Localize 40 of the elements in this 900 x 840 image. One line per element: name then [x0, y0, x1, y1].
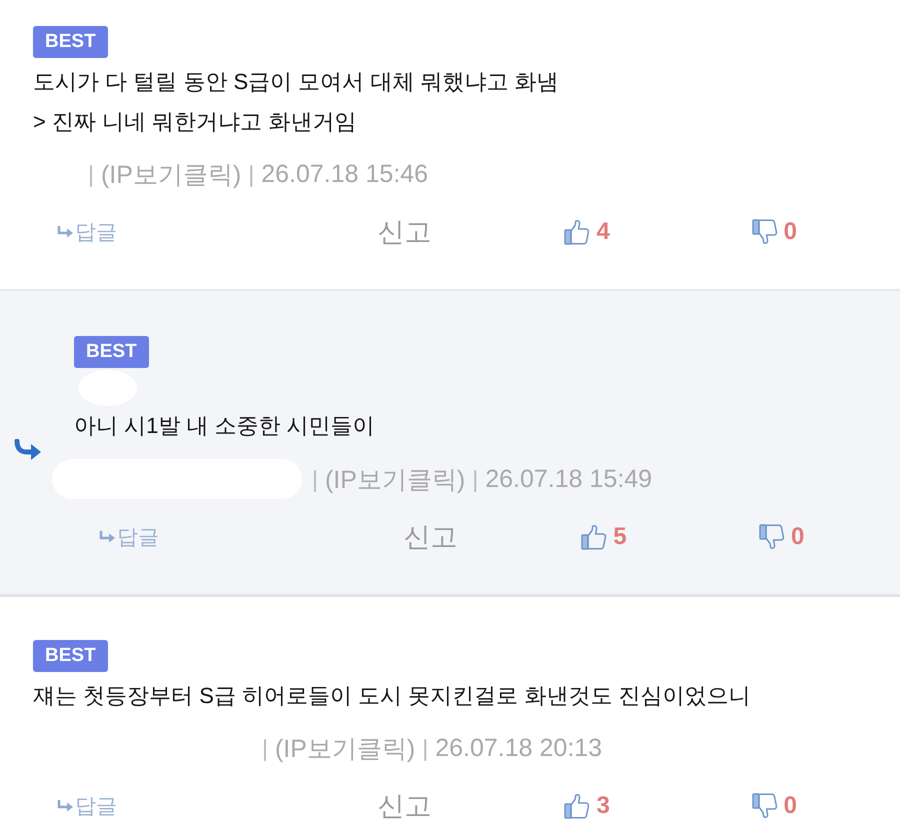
like-button[interactable]: 5 — [581, 523, 627, 551]
reply-arrow-icon — [14, 439, 42, 462]
separator: | — [248, 160, 254, 188]
reply-arrow-icon — [57, 800, 73, 812]
reply-arrow-icon — [57, 226, 73, 238]
report-button[interactable]: 신고 — [403, 519, 458, 555]
reply-button[interactable]: 답글 — [57, 218, 117, 246]
thumbs-down-icon — [752, 219, 778, 245]
like-button[interactable]: 4 — [564, 218, 610, 246]
thumbs-up-icon — [581, 524, 608, 550]
reply-button[interactable]: 답글 — [57, 792, 117, 820]
comment-text: 아니 시1발 내 소중한 시민들이 — [74, 412, 376, 440]
comment-text: 쟤는 첫등장부터 S급 히어로들이 도시 못지킨걸로 화낸것도 진심이었으니 — [33, 682, 752, 710]
separator: | — [88, 160, 94, 188]
report-button[interactable]: 신고 — [377, 788, 432, 824]
thumbs-up-icon — [564, 793, 590, 819]
comment-date: 26.07.18 15:46 — [261, 160, 428, 188]
thumbs-down-icon — [759, 524, 785, 550]
dislike-button[interactable]: 0 — [759, 523, 804, 551]
dislike-button[interactable]: 0 — [752, 218, 797, 246]
reply-button[interactable]: 답글 — [99, 523, 159, 551]
comment-date: 26.07.18 15:49 — [485, 464, 652, 494]
thumbs-down-icon — [752, 793, 778, 819]
best-badge: BEST — [33, 26, 108, 58]
separator: | — [422, 734, 428, 762]
comment-text: 도시가 다 털릴 동안 S급이 모여서 대체 뭐했냐고 화냄 > 진짜 니네 뭐한거냐고 화낸거임 — [33, 68, 560, 136]
reply-arrow-icon — [99, 531, 115, 543]
ip-view-link[interactable]: (IP보기클릭) — [274, 732, 416, 764]
report-button[interactable]: 신고 — [377, 214, 432, 250]
dislike-button[interactable]: 0 — [752, 792, 797, 820]
separator: | — [312, 466, 318, 492]
comment-date: 26.07.18 20:13 — [435, 734, 602, 762]
separator: | — [472, 466, 478, 492]
best-badge: BEST — [33, 640, 108, 672]
thumbs-up-icon — [564, 219, 590, 245]
best-badge: BEST — [74, 336, 149, 368]
ip-view-link[interactable]: (IP보기클릭) — [324, 462, 466, 496]
ip-view-link[interactable]: (IP보기클릭) — [100, 158, 242, 190]
like-button[interactable]: 3 — [564, 792, 610, 820]
separator: | — [262, 734, 268, 762]
